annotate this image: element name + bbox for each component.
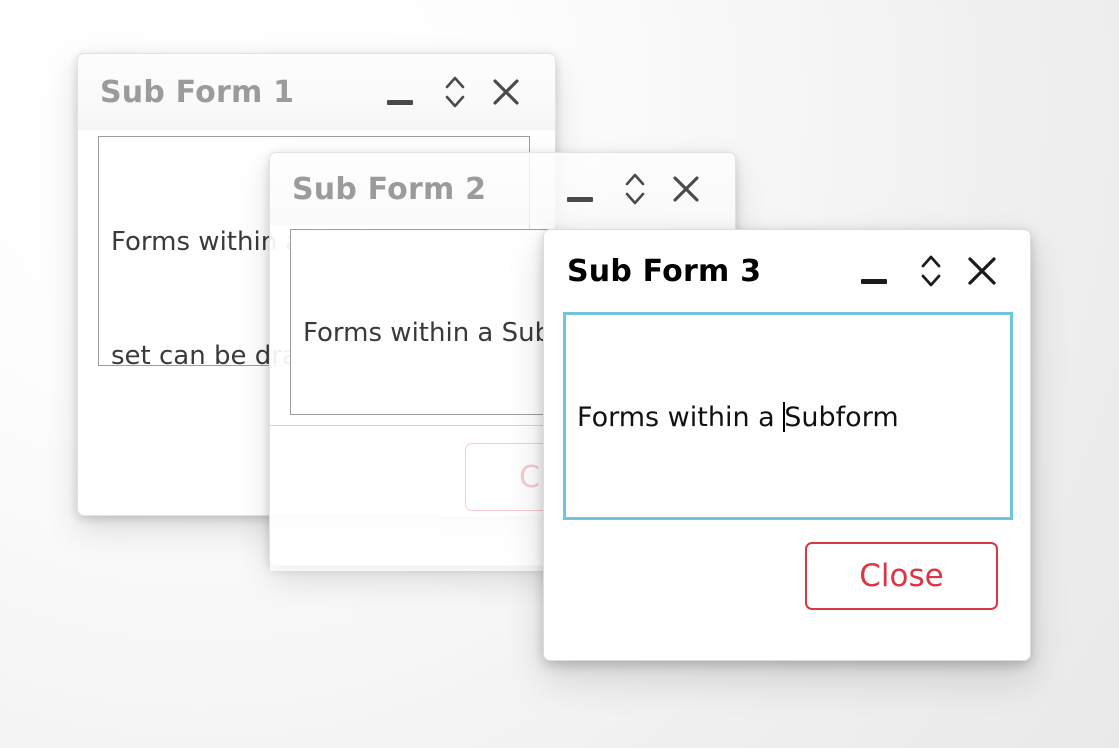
chevron-up-down-glyph xyxy=(445,76,465,108)
window-title-subform-2: Sub Form 2 xyxy=(292,171,487,207)
textarea-text-before-caret: Forms within a xyxy=(577,402,784,433)
titlebar-subform-3[interactable]: Sub Form 3 xyxy=(544,230,1030,312)
minimize-glyph xyxy=(861,278,887,284)
minimize-icon[interactable] xyxy=(553,153,607,225)
textarea-subform-3[interactable]: Forms within a Subform can include a clo… xyxy=(563,312,1013,520)
desktop-stage: Sub Form 1 Forms within a Subform set ca… xyxy=(0,0,1119,748)
minimize-icon[interactable] xyxy=(846,230,902,312)
subform-window-3[interactable]: Sub Form 3 Forms within a Subform Close xyxy=(543,229,1031,661)
x-glyph xyxy=(493,79,519,105)
window-title-subform-3: Sub Form 3 xyxy=(567,253,762,289)
maximize-restore-icon[interactable] xyxy=(902,230,960,312)
window-controls-subform-3 xyxy=(846,230,1004,312)
minimize-glyph xyxy=(567,196,593,202)
chevron-up-down-glyph xyxy=(921,255,941,287)
footer-subform-3: Close xyxy=(563,520,1011,630)
x-glyph xyxy=(968,257,996,285)
close-icon[interactable] xyxy=(483,54,529,130)
titlebar-subform-2[interactable]: Sub Form 2 xyxy=(270,153,735,225)
window-controls-subform-2 xyxy=(553,153,709,225)
x-glyph xyxy=(673,176,699,202)
window-title-subform-1: Sub Form 1 xyxy=(100,74,295,110)
window-controls-subform-1 xyxy=(373,54,529,130)
maximize-restore-icon[interactable] xyxy=(607,153,663,225)
text-cursor xyxy=(783,402,786,432)
textarea-line: can include a close box. xyxy=(577,513,999,517)
textarea-line: Forms within a Subform xyxy=(577,402,899,433)
titlebar-subform-1[interactable]: Sub Form 1 xyxy=(78,54,555,130)
minimize-icon[interactable] xyxy=(373,54,427,130)
close-icon[interactable] xyxy=(663,153,709,225)
body-subform-3: Forms within a Subform can include a clo… xyxy=(544,312,1030,630)
close-icon[interactable] xyxy=(960,230,1004,312)
chevron-up-down-glyph xyxy=(625,173,645,205)
close-button-subform-3[interactable]: Close xyxy=(805,542,998,610)
minimize-glyph xyxy=(387,99,413,105)
maximize-restore-icon[interactable] xyxy=(427,54,483,130)
